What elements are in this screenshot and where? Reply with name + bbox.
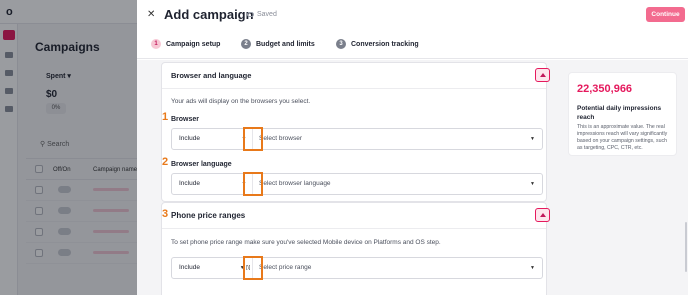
step-label: Budget and limits [256, 40, 315, 48]
section-description: To set phone price range make sure you'v… [171, 239, 441, 246]
highlight-box [243, 127, 263, 151]
drawer-title: Add campaign [164, 7, 254, 22]
phone-price-card: 3 Phone price ranges To set phone price … [161, 202, 550, 295]
section-description: Your ads will display on the browsers yo… [171, 98, 311, 105]
add-campaign-drawer: ✕ Add campaign Saved Continue 1 Campaign… [137, 0, 688, 295]
chevron-down-icon[interactable]: ▼ [530, 258, 535, 278]
chevron-down-icon[interactable]: ▼ [530, 129, 535, 149]
step-number: 3 [336, 39, 346, 49]
price-range-select[interactable]: Select price range [259, 258, 311, 278]
impressions-card: 22,350,966 Potential daily impressions r… [568, 72, 677, 156]
step-campaign-setup[interactable]: 1 Campaign setup [151, 39, 220, 49]
browser-language-card: Browser and language Your ads will displ… [161, 62, 550, 202]
saved-label: Saved [257, 11, 277, 18]
highlight-box [243, 256, 263, 280]
step-number: 1 [151, 39, 161, 49]
include-mode[interactable]: Include [172, 258, 236, 278]
include-mode[interactable]: Include [172, 174, 236, 194]
drawer-scrollbar[interactable] [685, 222, 687, 272]
divider [162, 228, 546, 229]
chevron-down-icon[interactable]: ▼ [530, 174, 535, 194]
include-mode[interactable]: Include [172, 129, 236, 149]
browser-label: Browser [171, 116, 200, 123]
step-number: 2 [241, 39, 251, 49]
impressions-value: 22,350,966 [577, 83, 633, 95]
browser-language-label: Browser language [171, 161, 232, 168]
step-marker: 1 [162, 111, 169, 123]
saved-status: Saved [247, 11, 277, 18]
step-marker: 2 [162, 156, 169, 168]
cloud-icon [247, 12, 254, 17]
drawer-header: ✕ Add campaign Saved Continue [137, 0, 688, 30]
impressions-title: Potential daily impressions reach [577, 105, 662, 121]
browser-selector[interactable]: Include ▼ Select browser ▼ [171, 128, 543, 150]
continue-button[interactable]: Continue [646, 7, 685, 22]
highlight-box [243, 172, 263, 196]
browser-language-selector[interactable]: Include ▼ Select browser language ▼ [171, 173, 543, 195]
divider [162, 88, 546, 89]
section-title: Phone price ranges [171, 211, 246, 220]
collapse-button[interactable] [535, 68, 550, 82]
step-label: Campaign setup [166, 40, 221, 48]
section-title: Browser and language [171, 71, 252, 80]
impressions-note: This is an approximate value. The real i… [577, 124, 668, 151]
close-icon[interactable]: ✕ [147, 9, 155, 20]
price-range-selector[interactable]: Include ▼ [\] Select price range ▼ [171, 257, 543, 279]
drawer-content: Browser and language Your ads will displ… [137, 60, 688, 295]
step-marker: 3 [162, 208, 169, 220]
step-conversion-tracking[interactable]: 3 Conversion tracking [336, 39, 419, 49]
step-budget-and-limits[interactable]: 2 Budget and limits [241, 39, 315, 49]
step-label: Conversion tracking [351, 40, 419, 48]
collapse-button[interactable] [535, 208, 550, 222]
browser-language-select[interactable]: Select browser language [259, 174, 331, 194]
browser-select[interactable]: Select browser [259, 129, 302, 149]
stepper: 1 Campaign setup 2 Budget and limits 3 C… [137, 30, 688, 59]
